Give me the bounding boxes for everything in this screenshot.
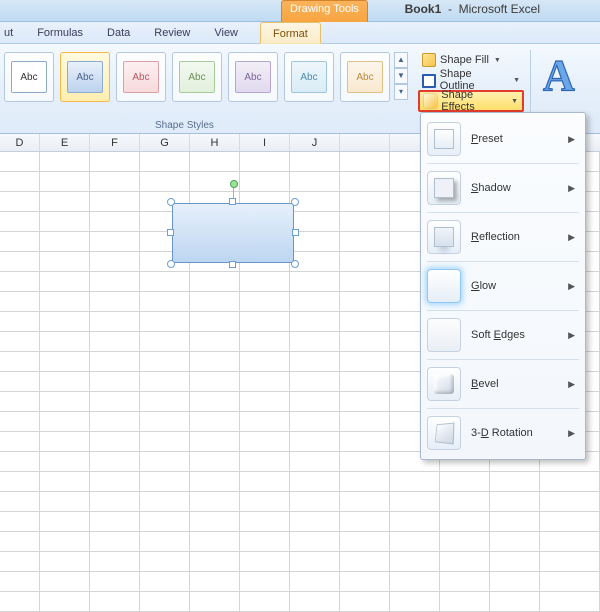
submenu-arrow-icon: ▶ bbox=[568, 134, 575, 145]
shape-style-4[interactable]: Abc bbox=[172, 52, 222, 102]
submenu-arrow-icon: ▶ bbox=[568, 330, 575, 341]
shape-style-7[interactable]: Abc bbox=[340, 52, 390, 102]
label: Shadow bbox=[471, 182, 511, 194]
tab-formulas[interactable]: Formulas bbox=[25, 22, 95, 44]
shadow-icon bbox=[427, 171, 461, 205]
tab-layout-partial[interactable]: ut bbox=[0, 22, 25, 44]
col-header[interactable]: F bbox=[90, 134, 140, 151]
window-title: Book1 - Microsoft Excel bbox=[405, 2, 540, 16]
label: 3-D Rotation bbox=[471, 427, 533, 439]
bevel-icon bbox=[427, 367, 461, 401]
resize-handle-b[interactable] bbox=[229, 261, 236, 268]
reflection-icon bbox=[427, 220, 461, 254]
group-label-shape-styles: Shape Styles bbox=[155, 120, 214, 131]
gallery-down-icon[interactable]: ▼ bbox=[394, 68, 408, 84]
col-header[interactable]: J bbox=[290, 134, 340, 151]
label: Preset bbox=[471, 133, 503, 145]
col-header[interactable]: E bbox=[40, 134, 90, 151]
shape-effects-label: Shape Effects bbox=[441, 89, 506, 113]
menu-separator bbox=[427, 359, 579, 360]
menu-separator bbox=[427, 408, 579, 409]
chevron-down-icon: ▼ bbox=[511, 98, 518, 105]
rectangle-shape[interactable] bbox=[172, 203, 294, 263]
glow-icon bbox=[427, 269, 461, 303]
submenu-arrow-icon: ▶ bbox=[568, 379, 575, 390]
menu-separator bbox=[427, 310, 579, 311]
submenu-arrow-icon: ▶ bbox=[568, 232, 575, 243]
gallery-more-icon[interactable]: ▾ bbox=[394, 84, 408, 100]
gallery-up-icon[interactable]: ▲ bbox=[394, 52, 408, 68]
label: Bevel bbox=[471, 378, 499, 390]
col-header[interactable]: D bbox=[0, 134, 40, 151]
resize-handle-r[interactable] bbox=[292, 229, 299, 236]
effects-shadow[interactable]: Shadow ▶ bbox=[423, 166, 583, 210]
pen-outline-icon bbox=[422, 74, 436, 88]
submenu-arrow-icon: ▶ bbox=[568, 428, 575, 439]
shape-effects-menu: Preset ▶ Shadow ▶ Reflection ▶ Glow ▶ So… bbox=[420, 112, 586, 460]
col-header[interactable]: H bbox=[190, 134, 240, 151]
col-header[interactable]: I bbox=[240, 134, 290, 151]
effects-reflection[interactable]: Reflection ▶ bbox=[423, 215, 583, 259]
title-bar: Drawing Tools Book1 - Microsoft Excel bbox=[0, 0, 600, 22]
menu-separator bbox=[427, 163, 579, 164]
effects-glow[interactable]: Glow ▶ bbox=[423, 264, 583, 308]
shape-effects-button[interactable]: Shape Effects ▼ bbox=[418, 90, 524, 112]
soft-edges-icon bbox=[427, 318, 461, 352]
contextual-tab-drawing-tools[interactable]: Drawing Tools bbox=[281, 0, 368, 22]
shape-outline-button[interactable]: Shape Outline ▼ bbox=[418, 70, 524, 90]
submenu-arrow-icon: ▶ bbox=[568, 183, 575, 194]
shape-style-5[interactable]: Abc bbox=[228, 52, 278, 102]
tab-data[interactable]: Data bbox=[95, 22, 142, 44]
tab-review[interactable]: Review bbox=[142, 22, 202, 44]
bucket-icon bbox=[422, 53, 436, 67]
col-header[interactable]: G bbox=[140, 134, 190, 151]
resize-handle-br[interactable] bbox=[291, 260, 299, 268]
effects-3d-rotation[interactable]: 3-D Rotation ▶ bbox=[423, 411, 583, 455]
shape-style-2-selected[interactable]: Abc bbox=[60, 52, 110, 102]
rotation-handle[interactable] bbox=[230, 180, 238, 188]
preset-icon bbox=[427, 122, 461, 156]
effects-preset[interactable]: Preset ▶ bbox=[423, 117, 583, 161]
effects-soft-edges[interactable]: Soft Edges ▶ bbox=[423, 313, 583, 357]
menu-separator bbox=[427, 261, 579, 262]
resize-handle-t[interactable] bbox=[229, 198, 236, 205]
ribbon-tabs: ut Formulas Data Review View Format bbox=[0, 22, 600, 44]
rotation-3d-icon bbox=[427, 416, 461, 450]
label: Soft Edges bbox=[471, 329, 525, 341]
shape-fill-button[interactable]: Shape Fill ▼ bbox=[418, 50, 524, 70]
chevron-down-icon: ▼ bbox=[494, 57, 501, 64]
submenu-arrow-icon: ▶ bbox=[568, 281, 575, 292]
label: Reflection bbox=[471, 231, 520, 243]
col-header-hidden[interactable] bbox=[340, 134, 390, 151]
effects-bevel[interactable]: Bevel ▶ bbox=[423, 362, 583, 406]
menu-separator bbox=[427, 212, 579, 213]
tab-format[interactable]: Format bbox=[260, 22, 321, 44]
chevron-down-icon: ▼ bbox=[513, 77, 520, 84]
resize-handle-bl[interactable] bbox=[167, 260, 175, 268]
shape-fill-label: Shape Fill bbox=[440, 54, 489, 66]
shape-style-3[interactable]: Abc bbox=[116, 52, 166, 102]
resize-handle-tl[interactable] bbox=[167, 198, 175, 206]
label: Glow bbox=[471, 280, 496, 292]
tab-view[interactable]: View bbox=[202, 22, 250, 44]
effects-icon bbox=[424, 94, 437, 108]
shape-style-1[interactable]: Abc bbox=[4, 52, 54, 102]
selected-shape[interactable] bbox=[167, 198, 299, 268]
shape-style-6[interactable]: Abc bbox=[284, 52, 334, 102]
resize-handle-l[interactable] bbox=[167, 229, 174, 236]
resize-handle-tr[interactable] bbox=[291, 198, 299, 206]
gallery-scroll: ▲ ▼ ▾ bbox=[394, 44, 410, 133]
